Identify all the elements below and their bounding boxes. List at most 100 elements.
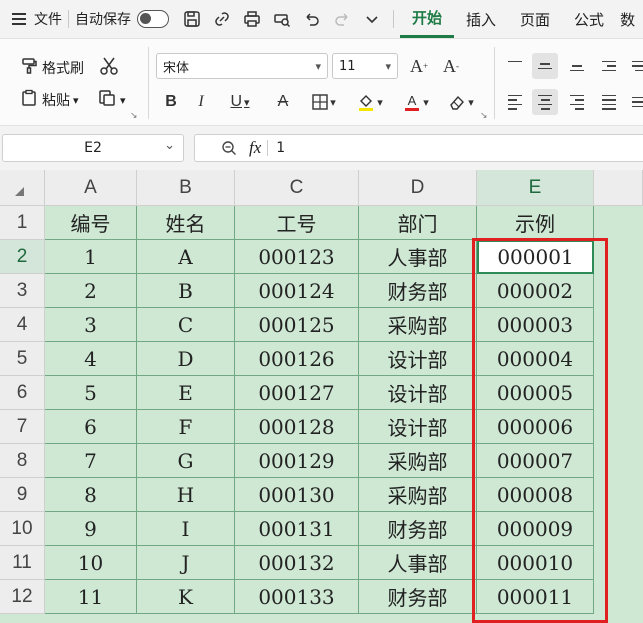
table-cell[interactable]: 10 bbox=[45, 546, 137, 580]
table-cell[interactable]: E bbox=[137, 376, 235, 410]
fx-icon[interactable]: fx bbox=[249, 138, 261, 158]
italic-icon[interactable]: I bbox=[188, 89, 214, 115]
table-cell[interactable]: 000010 bbox=[477, 546, 594, 580]
font-size-select[interactable]: 11 ▾ bbox=[332, 53, 398, 79]
table-cell[interactable]: H bbox=[137, 478, 235, 512]
table-cell[interactable]: 财务部 bbox=[359, 274, 477, 308]
eraser-icon[interactable]: ▾ bbox=[442, 89, 480, 115]
align-bottom-icon[interactable] bbox=[564, 53, 590, 79]
underline-icon[interactable]: U ▾ bbox=[222, 89, 258, 115]
table-cell[interactable]: 财务部 bbox=[359, 512, 477, 546]
table-cell[interactable]: 采购部 bbox=[359, 478, 477, 512]
column-header-c[interactable]: C bbox=[235, 170, 359, 206]
table-cell[interactable]: 设计部 bbox=[359, 376, 477, 410]
table-header-cell[interactable]: 工号 bbox=[235, 206, 359, 240]
column-header-b[interactable]: B bbox=[137, 170, 235, 206]
bold-icon[interactable]: B bbox=[158, 89, 184, 115]
dialog-launcher-icon[interactable]: ↘ bbox=[130, 111, 138, 121]
print-icon[interactable] bbox=[237, 4, 267, 34]
table-cell[interactable]: D bbox=[137, 342, 235, 376]
link-icon[interactable] bbox=[207, 4, 237, 34]
table-cell[interactable]: 000011 bbox=[477, 580, 594, 614]
table-cell[interactable]: 000129 bbox=[235, 444, 359, 478]
table-cell[interactable]: 000009 bbox=[477, 512, 594, 546]
align-middle-icon[interactable] bbox=[532, 53, 558, 79]
column-header-f[interactable] bbox=[594, 170, 643, 206]
row-header-4[interactable]: 4 bbox=[0, 308, 45, 342]
table-cell[interactable]: 7 bbox=[45, 444, 137, 478]
indent-icon[interactable] bbox=[596, 53, 622, 79]
dialog-launcher-icon[interactable]: ↘ bbox=[480, 111, 488, 121]
table-cell[interactable]: 000003 bbox=[477, 308, 594, 342]
table-header-cell[interactable]: 姓名 bbox=[137, 206, 235, 240]
row-header-1[interactable]: 1 bbox=[0, 206, 45, 240]
save-icon[interactable] bbox=[177, 4, 207, 34]
table-cell[interactable]: 000126 bbox=[235, 342, 359, 376]
font-name-select[interactable]: 宋体 ▾ bbox=[156, 53, 328, 79]
wrap-icon[interactable] bbox=[626, 53, 643, 79]
table-cell[interactable]: 设计部 bbox=[359, 410, 477, 444]
table-header-cell[interactable]: 部门 bbox=[359, 206, 477, 240]
align-center-icon[interactable] bbox=[532, 89, 558, 115]
justify-icon[interactable] bbox=[596, 89, 622, 115]
table-cell[interactable]: A bbox=[137, 240, 235, 274]
table-cell[interactable]: 000123 bbox=[235, 240, 359, 274]
row-header-8[interactable]: 8 bbox=[0, 444, 45, 478]
tab-formula[interactable]: 公式 bbox=[562, 0, 616, 38]
table-cell[interactable]: 000125 bbox=[235, 308, 359, 342]
table-cell[interactable]: 000128 bbox=[235, 410, 359, 444]
scissors-icon[interactable] bbox=[96, 53, 122, 79]
table-cell[interactable]: 000127 bbox=[235, 376, 359, 410]
table-cell[interactable]: 采购部 bbox=[359, 308, 477, 342]
table-cell[interactable]: I bbox=[137, 512, 235, 546]
row-header-6[interactable]: 6 bbox=[0, 376, 45, 410]
table-cell[interactable]: B bbox=[137, 274, 235, 308]
table-cell[interactable]: 2 bbox=[45, 274, 137, 308]
table-cell[interactable]: 000006 bbox=[477, 410, 594, 444]
table-cell[interactable]: 000008 bbox=[477, 478, 594, 512]
row-header-5[interactable]: 5 bbox=[0, 342, 45, 376]
print-preview-icon[interactable] bbox=[267, 4, 297, 34]
table-cell[interactable]: 3 bbox=[45, 308, 137, 342]
table-cell[interactable]: G bbox=[137, 444, 235, 478]
increase-font-icon[interactable]: A + bbox=[406, 53, 432, 79]
decrease-font-icon[interactable]: A- bbox=[438, 53, 464, 79]
tab-page[interactable]: 页面 bbox=[508, 0, 562, 38]
column-header-d[interactable]: D bbox=[359, 170, 477, 206]
row-header-9[interactable]: 9 bbox=[0, 478, 45, 512]
name-box[interactable]: E2 ⌄ bbox=[2, 134, 184, 162]
tab-home[interactable]: 开始 bbox=[400, 0, 455, 38]
table-cell[interactable]: C bbox=[137, 308, 235, 342]
table-cell[interactable]: 11 bbox=[45, 580, 137, 614]
row-header-11[interactable]: 11 bbox=[0, 546, 45, 580]
row-header-7[interactable]: 7 bbox=[0, 410, 45, 444]
paste-button[interactable]: 粘贴 ▾ bbox=[20, 89, 79, 111]
tab-data[interactable]: 数 bbox=[616, 0, 635, 38]
table-cell[interactable]: 人事部 bbox=[359, 546, 477, 580]
row-header-2[interactable]: 2 bbox=[0, 240, 45, 274]
align-top-icon[interactable] bbox=[502, 53, 528, 79]
autosave-toggle[interactable]: 自动保存 bbox=[75, 0, 169, 38]
tab-insert[interactable]: 插入 bbox=[454, 0, 508, 38]
table-cell[interactable]: 6 bbox=[45, 410, 137, 444]
table-cell[interactable]: 000004 bbox=[477, 342, 594, 376]
table-cell[interactable]: 采购部 bbox=[359, 444, 477, 478]
strikethrough-icon[interactable]: A bbox=[270, 89, 296, 115]
format-painter-button[interactable]: 格式刷 bbox=[20, 57, 84, 79]
table-cell[interactable]: F bbox=[137, 410, 235, 444]
table-cell[interactable]: 5 bbox=[45, 376, 137, 410]
copy-button[interactable]: ▾ bbox=[98, 89, 126, 111]
table-cell[interactable]: J bbox=[137, 546, 235, 580]
align-left-icon[interactable] bbox=[502, 89, 528, 115]
redo-icon[interactable] bbox=[327, 4, 357, 34]
select-all-button[interactable] bbox=[0, 170, 45, 206]
row-header-12[interactable]: 12 bbox=[0, 580, 45, 614]
table-header-cell[interactable]: 示例 bbox=[477, 206, 594, 240]
table-cell[interactable]: 000005 bbox=[477, 376, 594, 410]
table-cell[interactable]: 9 bbox=[45, 512, 137, 546]
table-cell[interactable]: 8 bbox=[45, 478, 137, 512]
table-cell[interactable]: K bbox=[137, 580, 235, 614]
table-cell[interactable]: 000130 bbox=[235, 478, 359, 512]
undo-icon[interactable] bbox=[297, 4, 327, 34]
table-cell[interactable]: 000132 bbox=[235, 546, 359, 580]
